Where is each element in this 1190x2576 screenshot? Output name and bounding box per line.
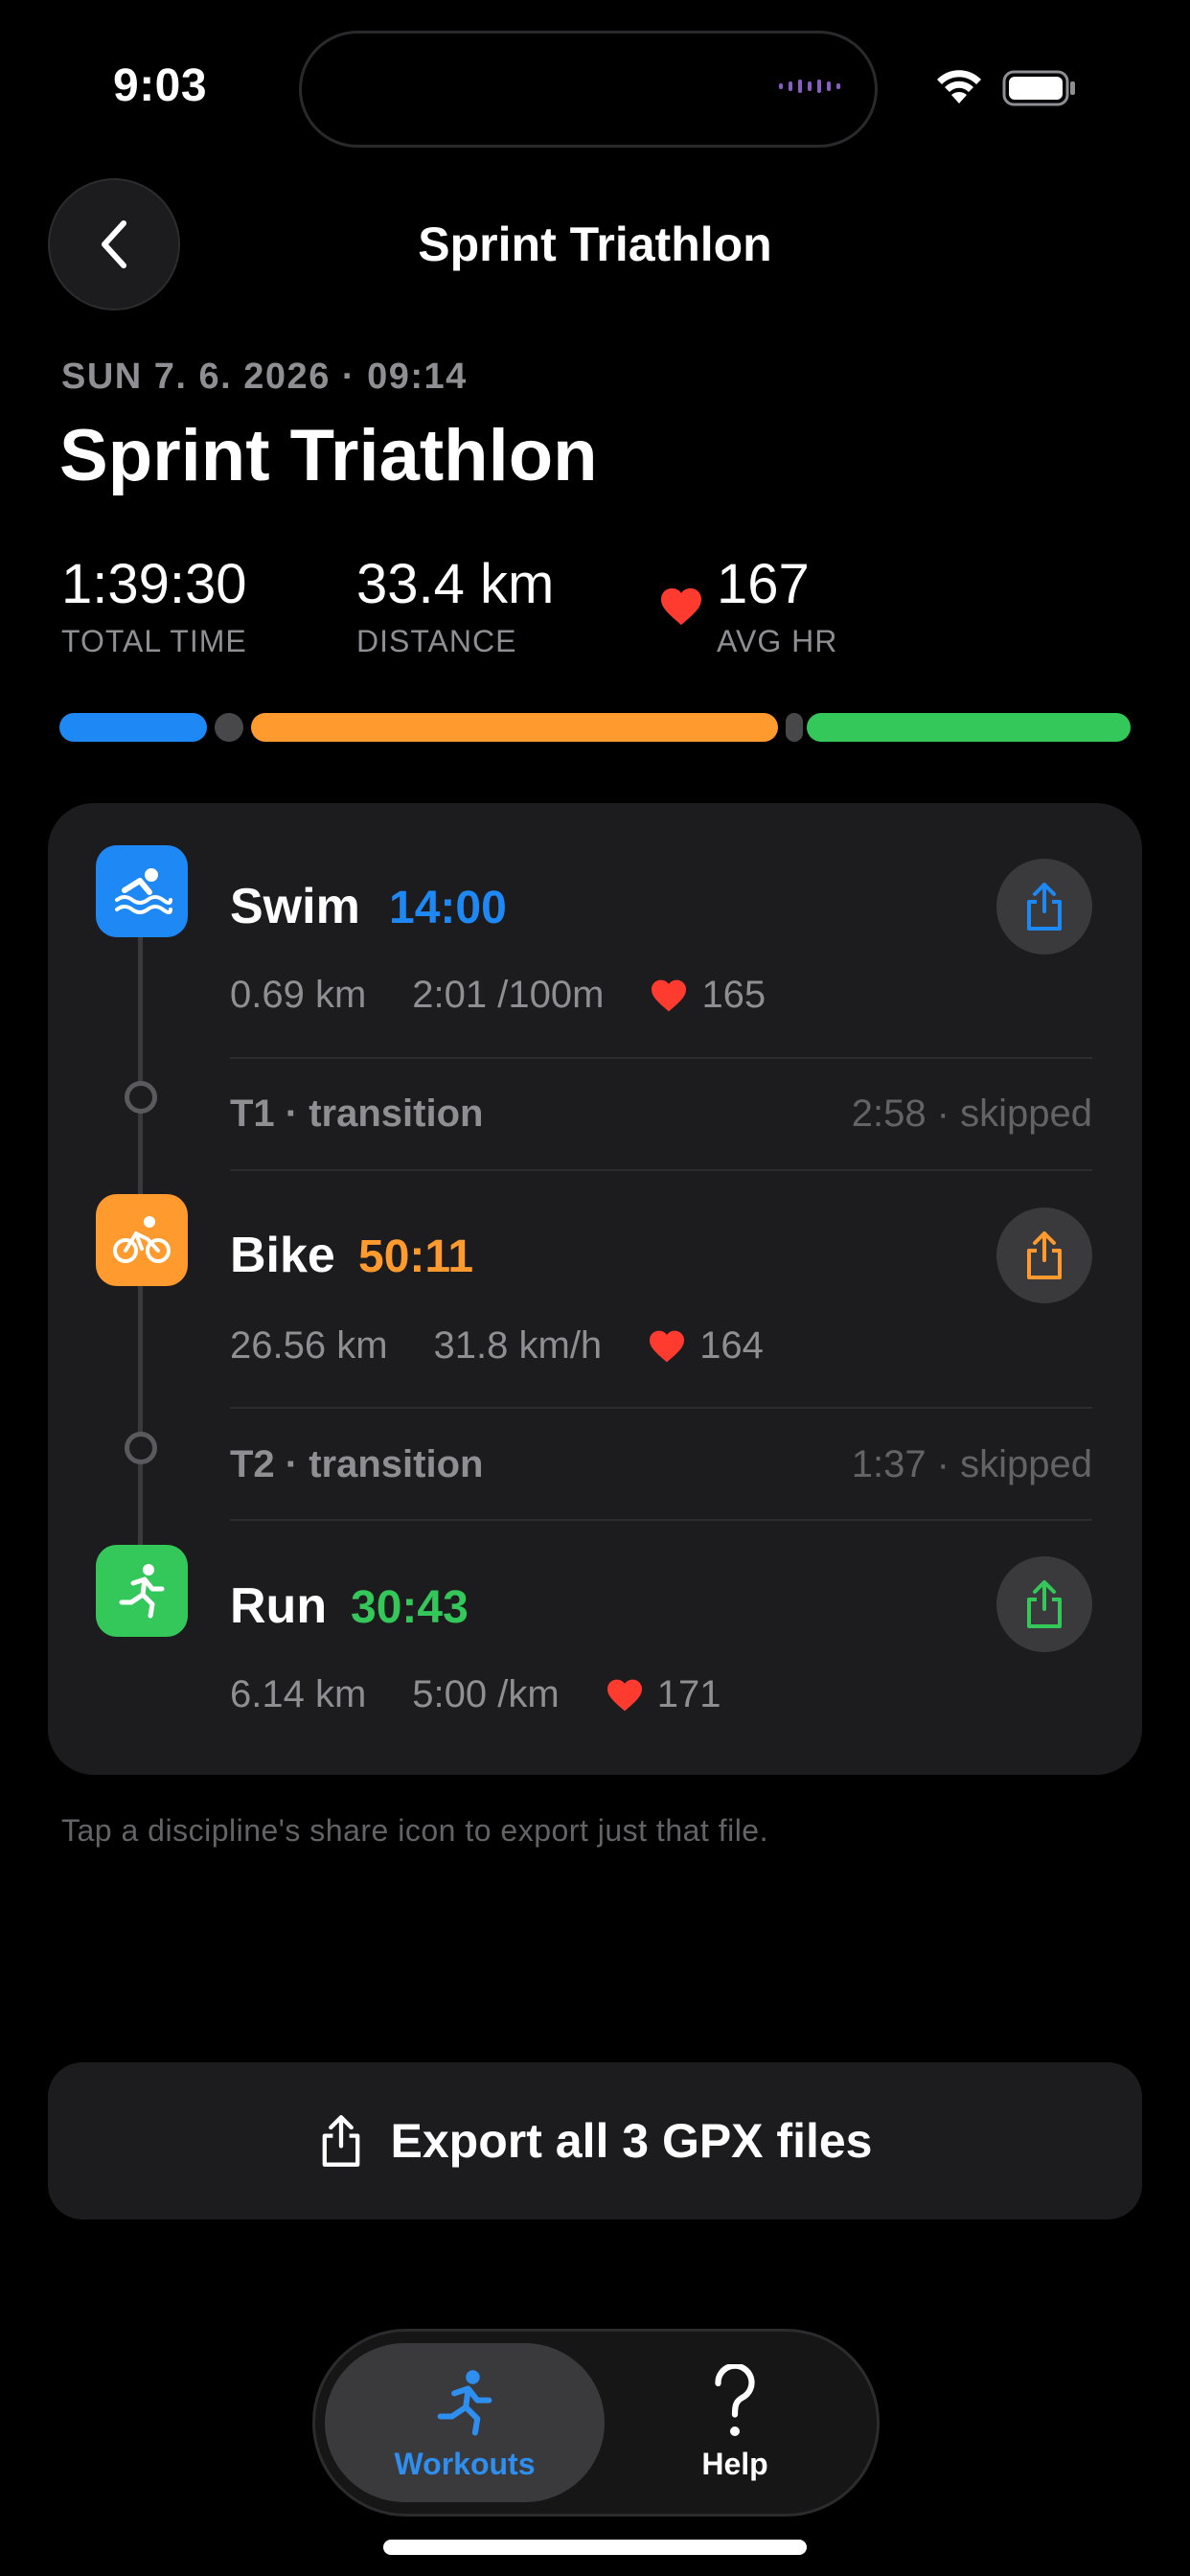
bike-segment [251,713,778,742]
question-icon [715,2363,755,2436]
divider [230,1169,1092,1171]
bike-time: 50:11 [358,1231,474,1282]
run-distance: 6.14 km [230,1673,367,1715]
divider [230,1407,1092,1409]
dynamic-island [299,31,878,148]
transition-dot [125,1432,157,1464]
swim-hr: 165 [701,974,767,1016]
t2-label: T2 · transition [230,1443,484,1485]
discipline-progress-bar [59,713,1131,742]
run-pace: 5:00 /km [412,1673,560,1715]
t2-detail: 1:37 · skipped [851,1443,1092,1485]
tab-workouts[interactable]: Workouts [325,2343,605,2502]
bike-name: Bike [230,1228,335,1283]
disciplines-card [48,803,1142,1775]
bike-hr: 164 [699,1324,764,1367]
share-icon [1027,1580,1062,1628]
heart-icon [650,978,688,1013]
stat-label: TOTAL TIME [61,624,247,658]
stat-value: 1:39:30 [61,553,247,615]
run-name: Run [230,1578,328,1634]
stat-total-time: 1:39:30 TOTAL TIME [61,552,247,659]
t1-detail: 2:58 · skipped [851,1092,1092,1135]
stat-label: DISTANCE [356,624,517,658]
audio-indicator-icon [779,80,840,93]
tab-bar: Workouts Help [312,2329,880,2517]
tab-workouts-label: Workouts [394,2446,536,2481]
share-icon [322,2115,359,2167]
workout-date: SUN 7. 6. 2026 · 09:14 [61,356,468,397]
share-icon [1027,883,1062,931]
bike-icon [96,1194,188,1286]
heart-icon [659,586,703,632]
bike-stats: 26.56 km 31.8 km/h 164 [230,1324,764,1368]
stat-value: 33.4 km [356,553,555,615]
share-icon [1027,1231,1062,1279]
heart-icon [606,1678,644,1713]
status-time: 9:03 [113,60,208,111]
run-icon [437,2369,492,2435]
run-hr: 171 [656,1673,721,1715]
battery-icon [1002,69,1079,112]
swim-segment [59,713,207,742]
swim-stats: 0.69 km 2:01 /100m 165 [230,974,766,1017]
bike-speed: 31.8 km/h [433,1324,603,1367]
tab-help-label: Help [701,2446,768,2481]
divider [230,1057,1092,1059]
stat-distance: 33.4 km DISTANCE [356,552,554,659]
swim-distance: 0.69 km [230,974,367,1016]
run-icon [96,1545,188,1637]
run-time: 30:43 [351,1582,469,1633]
workout-title: Sprint Triathlon [59,415,598,496]
transition-dot [125,1081,157,1114]
bike-share-button[interactable] [996,1208,1092,1303]
home-indicator [383,2540,807,2555]
divider [230,1519,1092,1521]
t1-label: T1 · transition [230,1092,484,1135]
swim-icon [96,845,188,937]
stat-value: 167 [717,553,810,615]
stat-label: AVG HR [717,624,838,658]
bike-distance: 26.56 km [230,1324,388,1367]
run-segment [807,713,1131,742]
tab-help[interactable]: Help [595,2343,875,2502]
wifi-icon [931,65,987,110]
swim-pace: 2:01 /100m [412,974,605,1016]
heart-icon [648,1329,686,1364]
run-share-button[interactable] [996,1556,1092,1652]
export-all-button[interactable]: Export all 3 GPX files [48,2062,1142,2220]
swim-time: 14:00 [389,883,507,933]
t1-segment [215,713,243,742]
stat-avg-hr: 167 AVG HR [717,552,837,659]
swim-share-button[interactable] [996,859,1092,954]
swim-name: Swim [230,879,360,934]
t2-segment [786,713,803,742]
nav-title: Sprint Triathlon [418,218,772,271]
share-hint: Tap a discipline's share icon to export … [61,1813,768,1848]
run-stats: 6.14 km 5:00 /km 171 [230,1673,721,1716]
export-all-label: Export all 3 GPX files [390,2114,873,2168]
